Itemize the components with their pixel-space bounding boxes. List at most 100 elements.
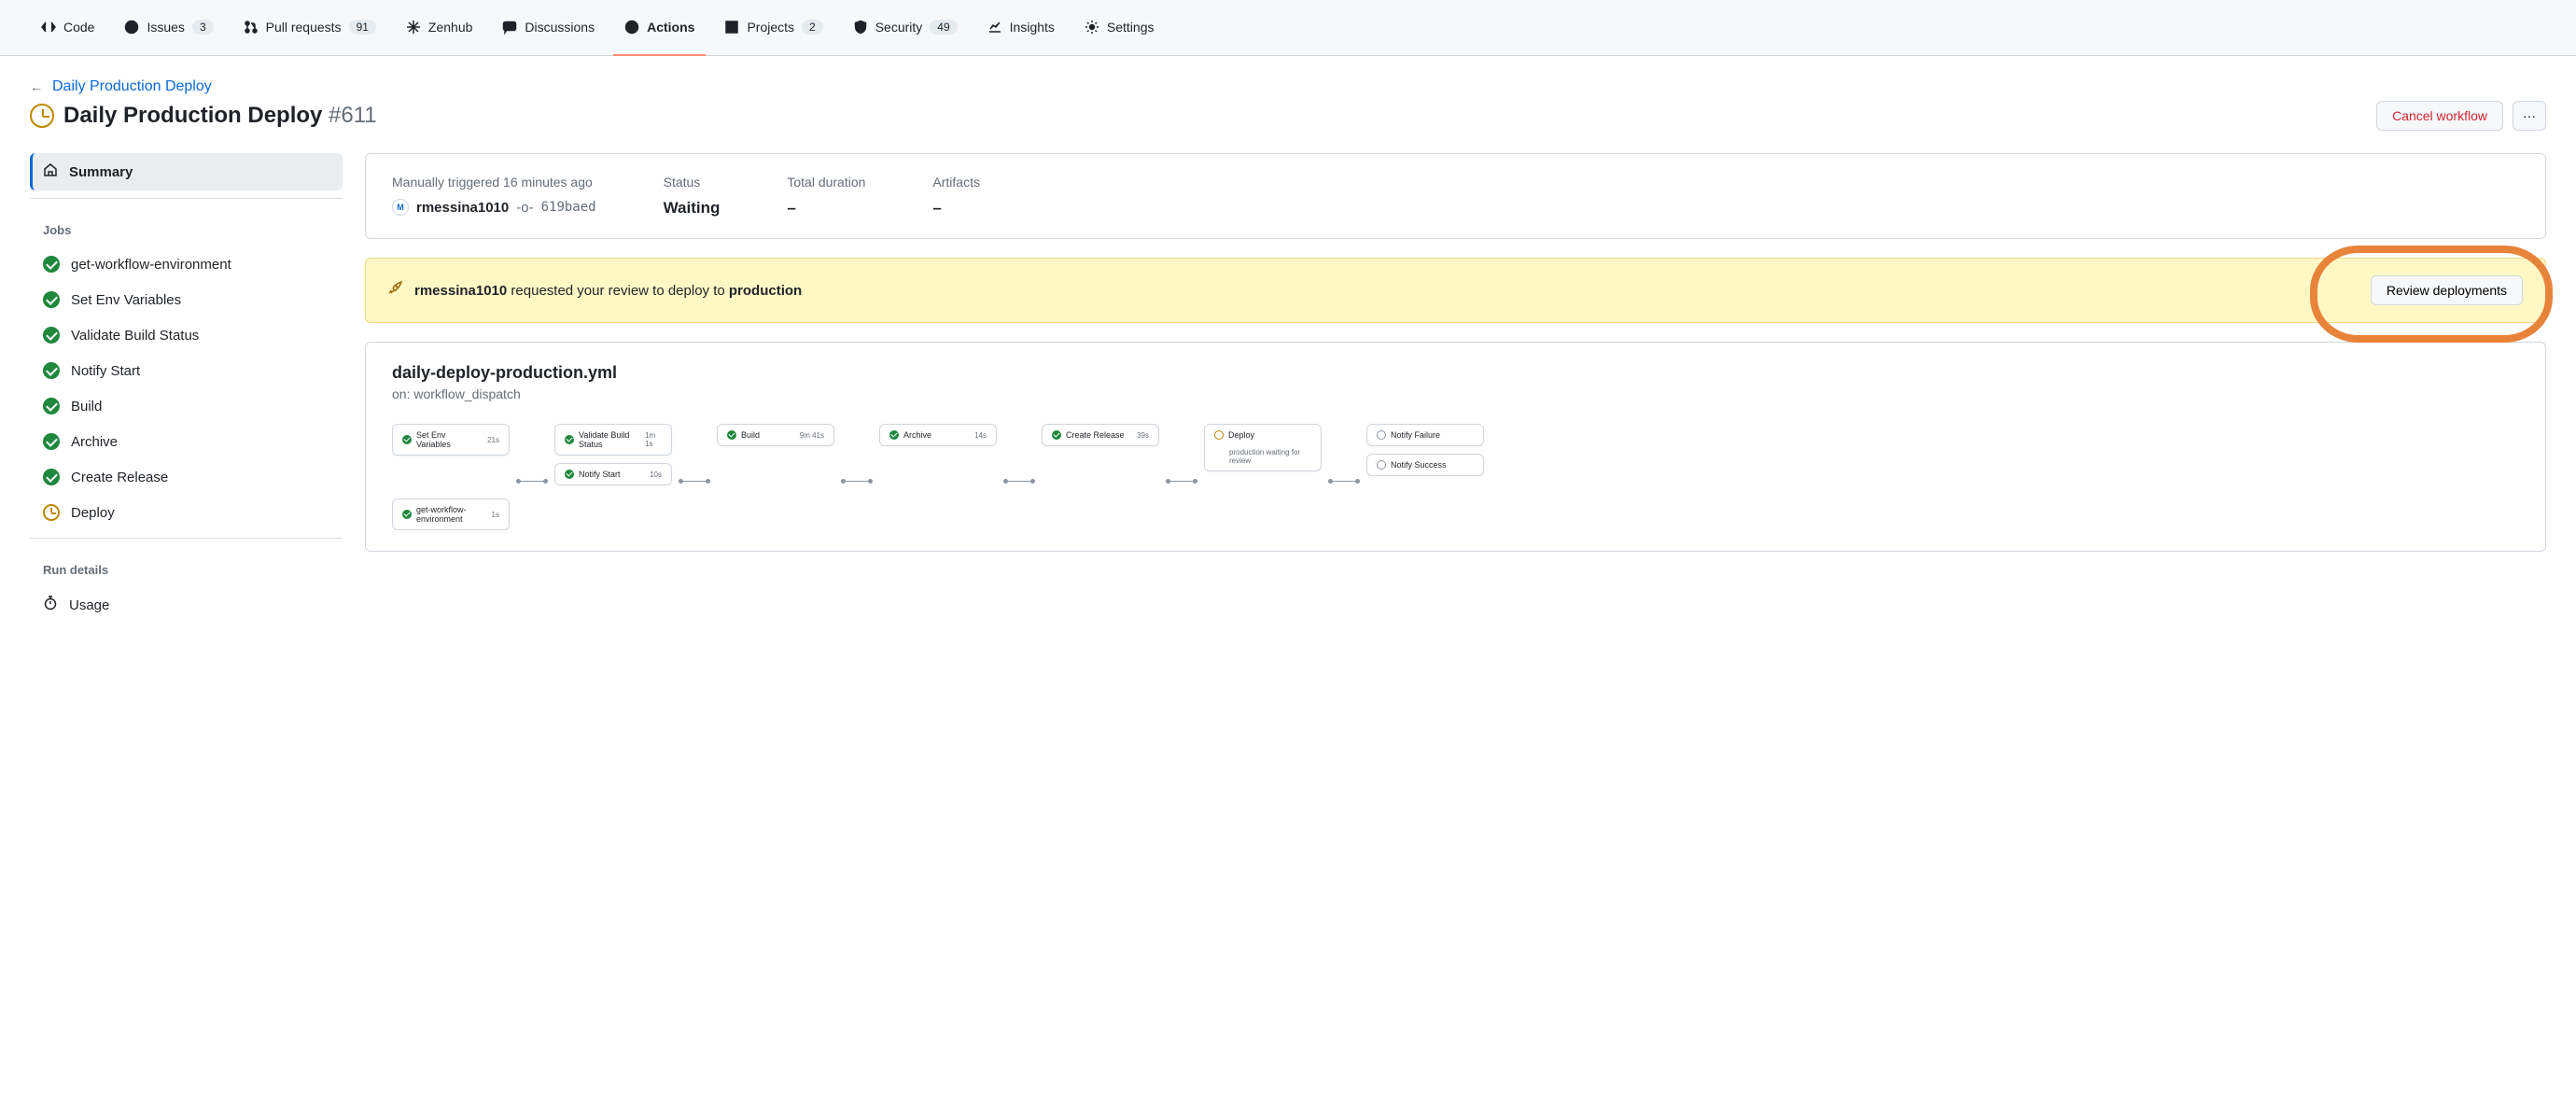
graph-node[interactable]: Validate Build Status1m 1s: [554, 424, 672, 456]
avatar: M: [392, 199, 409, 216]
clock-icon: [1214, 430, 1224, 440]
nav-projects[interactable]: Projects 2: [713, 0, 833, 56]
check-icon: [43, 291, 60, 308]
shield-icon: [853, 20, 868, 35]
check-icon: [565, 470, 574, 479]
sidebar-job[interactable]: Archive: [30, 424, 343, 459]
sidebar-job[interactable]: Set Env Variables: [30, 282, 343, 317]
graph-node[interactable]: Set Env Variables21s: [392, 424, 510, 456]
check-icon: [43, 469, 60, 485]
pr-icon: [244, 20, 259, 35]
stopwatch-icon: [43, 596, 58, 614]
repo-nav: Code Issues 3 Pull requests 91 Zenhub Di…: [0, 0, 2576, 56]
sidebar-usage-label: Usage: [69, 597, 109, 613]
status-label: Status: [664, 175, 721, 190]
review-banner-text: rmessina1010 requested your review to de…: [414, 283, 802, 299]
triggered-user[interactable]: rmessina1010: [416, 200, 509, 216]
nav-actions[interactable]: Actions: [613, 0, 706, 56]
check-icon: [43, 362, 60, 379]
workflow-file: daily-deploy-production.yml: [392, 363, 2519, 383]
sidebar-summary[interactable]: Summary: [30, 153, 343, 190]
page-title: Daily Production Deploy #611: [63, 103, 377, 129]
nav-security-label: Security: [875, 20, 923, 35]
check-icon: [43, 398, 60, 414]
issue-icon: [124, 20, 139, 35]
check-icon: [889, 430, 899, 440]
nav-code-label: Code: [63, 20, 94, 35]
nav-settings[interactable]: Settings: [1073, 0, 1166, 56]
sidebar-job-label: get-workflow-environment: [71, 257, 231, 273]
nav-code[interactable]: Code: [30, 0, 105, 56]
nav-settings-label: Settings: [1107, 20, 1155, 35]
graph-node[interactable]: Notify Success: [1366, 454, 1484, 476]
zenhub-icon: [406, 20, 421, 35]
triggered-label: Manually triggered 16 minutes ago: [392, 175, 596, 190]
sidebar-job[interactable]: Notify Start: [30, 353, 343, 388]
clock-icon: [43, 504, 60, 521]
duration-label: Total duration: [787, 175, 865, 190]
nav-pulls[interactable]: Pull requests 91: [232, 0, 387, 56]
status-value: Waiting: [664, 199, 721, 218]
sidebar-job[interactable]: Validate Build Status: [30, 317, 343, 353]
graph-node[interactable]: Archive14s: [879, 424, 997, 446]
kebab-icon: ···: [2523, 108, 2536, 123]
sidebar-usage[interactable]: Usage: [30, 586, 343, 624]
play-icon: [624, 20, 639, 35]
discussion-icon: [502, 20, 517, 35]
workflow-trigger: on: workflow_dispatch: [392, 386, 2519, 401]
projects-count: 2: [802, 20, 823, 35]
review-banner: rmessina1010 requested your review to de…: [365, 258, 2546, 323]
workflow-graph[interactable]: Set Env Variables21s get-workflow-enviro…: [392, 424, 2519, 530]
nav-actions-label: Actions: [647, 20, 694, 35]
nav-discussions[interactable]: Discussions: [491, 0, 606, 56]
graph-node[interactable]: Build9m 41s: [717, 424, 834, 446]
nav-issues[interactable]: Issues 3: [113, 0, 224, 56]
graph-node-deploy[interactable]: Deploy production waiting for review: [1204, 424, 1322, 471]
more-actions-button[interactable]: ···: [2513, 101, 2546, 131]
nav-pulls-label: Pull requests: [266, 20, 342, 35]
sidebar-summary-label: Summary: [69, 164, 133, 180]
sidebar-job-label: Set Env Variables: [71, 292, 181, 308]
review-deployments-button[interactable]: Review deployments: [2371, 275, 2523, 305]
gear-icon: [1085, 20, 1099, 35]
arrow-left-icon[interactable]: ←: [30, 79, 43, 94]
rocket-icon: [388, 281, 403, 300]
check-icon: [43, 256, 60, 273]
nav-security[interactable]: Security 49: [842, 0, 969, 56]
nav-zenhub[interactable]: Zenhub: [395, 0, 483, 56]
workflow-graph-box: daily-deploy-production.yml on: workflow…: [365, 342, 2546, 552]
sidebar-job[interactable]: Build: [30, 388, 343, 424]
pulls-count: 91: [349, 20, 376, 35]
commit-icon: -o-: [516, 200, 533, 216]
sidebar-job[interactable]: Create Release: [30, 459, 343, 495]
sidebar-job[interactable]: get-workflow-environment: [30, 246, 343, 282]
commit-sha[interactable]: 619baed: [541, 200, 596, 215]
sidebar-job-label: Notify Start: [71, 363, 140, 379]
nav-issues-label: Issues: [147, 20, 184, 35]
graph-node[interactable]: Notify Start10s: [554, 463, 672, 485]
issues-count: 3: [192, 20, 214, 35]
graph-node[interactable]: Notify Failure: [1366, 424, 1484, 446]
check-icon: [402, 510, 412, 519]
check-icon: [727, 430, 736, 440]
graph-icon: [987, 20, 1002, 35]
nav-insights-label: Insights: [1010, 20, 1055, 35]
sidebar-rundetails-header: Run details: [30, 546, 343, 586]
graph-node[interactable]: get-workflow-environment1s: [392, 498, 510, 530]
graph-node[interactable]: Create Release39s: [1042, 424, 1159, 446]
check-icon: [43, 327, 60, 344]
check-icon: [43, 433, 60, 450]
pending-icon: [1377, 460, 1386, 470]
nav-insights[interactable]: Insights: [976, 0, 1066, 56]
check-icon: [565, 435, 574, 444]
home-icon: [43, 162, 58, 181]
sidebar-job[interactable]: Deploy: [30, 495, 343, 530]
nav-discussions-label: Discussions: [525, 20, 595, 35]
run-meta-box: Manually triggered 16 minutes ago M rmes…: [365, 153, 2546, 239]
nav-zenhub-label: Zenhub: [428, 20, 472, 35]
cancel-workflow-button[interactable]: Cancel workflow: [2376, 101, 2503, 131]
duration-value: –: [787, 199, 865, 218]
pending-icon: [1377, 430, 1386, 440]
code-icon: [41, 20, 56, 35]
breadcrumb-link[interactable]: Daily Production Deploy: [52, 78, 212, 95]
